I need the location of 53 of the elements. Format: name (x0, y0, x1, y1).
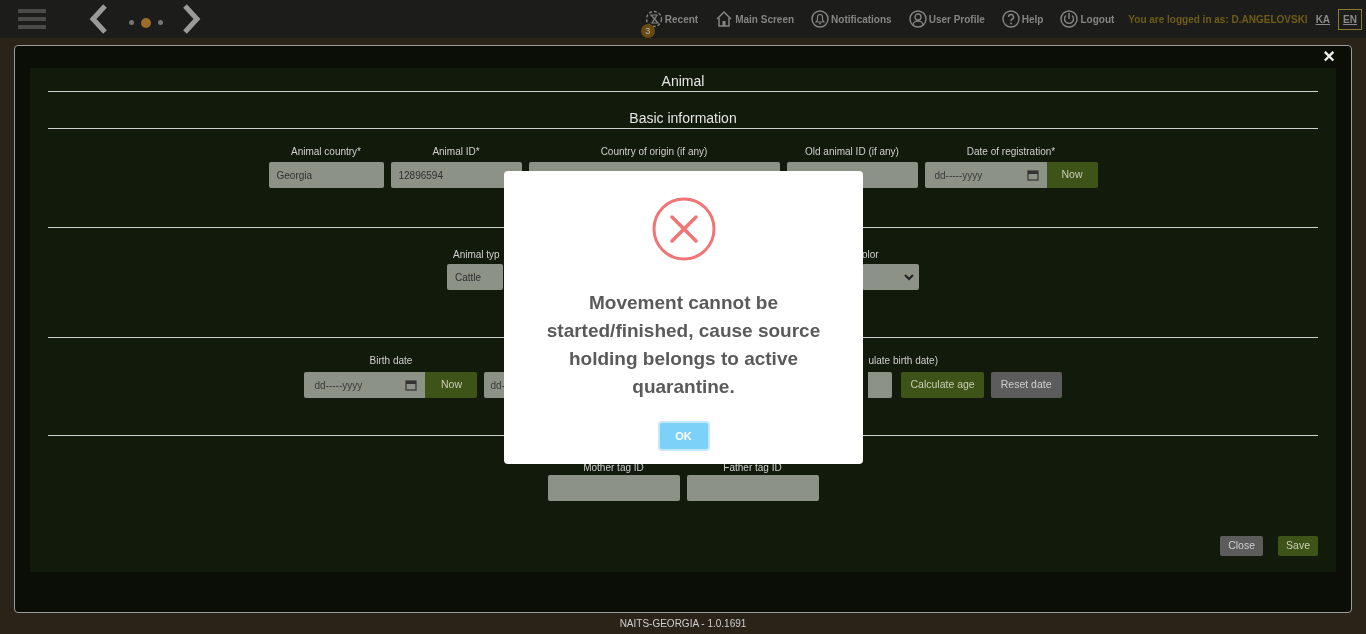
page-dot[interactable] (141, 17, 151, 28)
field-label: olor (862, 250, 880, 260)
forward-icon[interactable] (181, 4, 201, 34)
field-label: ulate birth date) (868, 356, 939, 366)
notification-badge: 3 (640, 24, 655, 38)
login-text: You are logged in as: D.ANGELOVSKI (1128, 12, 1308, 27)
field-label: Birth date (368, 356, 414, 366)
back-icon[interactable] (89, 4, 109, 34)
date-field[interactable]: dd-----yyyy (304, 372, 426, 398)
page-dot[interactable] (158, 20, 163, 25)
close-button[interactable]: Close (1220, 536, 1264, 556)
now-button[interactable]: Now (1046, 162, 1098, 188)
power-icon (1060, 10, 1079, 28)
field-label: Country of origin (if any) (599, 147, 709, 157)
reset-button[interactable]: Reset date (990, 372, 1062, 398)
field-label: Animal ID* (431, 147, 481, 157)
date-field[interactable]: dd-----yyyy (924, 162, 1047, 188)
select-field[interactable]: Cattle (447, 264, 503, 290)
select-field[interactable] (862, 264, 919, 290)
input-field[interactable]: 12896594 (390, 162, 522, 188)
section-title: Basic information (628, 109, 738, 128)
now-button[interactable]: Now (425, 372, 478, 398)
user-icon (908, 10, 927, 28)
page-dot[interactable] (129, 20, 134, 25)
input-field[interactable] (547, 475, 680, 501)
nav-link[interactable]: Logout (1060, 10, 1115, 28)
alert-message: Movement cannot be started/finished, cause source holding belongs to active quarantine. (545, 291, 822, 399)
help-icon (1001, 10, 1020, 28)
field-label: Old animal ID (if any) (804, 147, 900, 157)
input-field[interactable] (686, 475, 819, 501)
modal-title: Animal (660, 72, 706, 91)
input-field[interactable] (868, 372, 893, 398)
caret-icon (904, 273, 914, 281)
nav-link[interactable]: User Profile (908, 10, 985, 28)
calculate-button[interactable]: Calculate age (901, 372, 984, 398)
bell-icon (811, 10, 830, 28)
field-label: Animal country* (290, 147, 362, 157)
calendar-icon[interactable] (405, 379, 418, 391)
select-field[interactable]: Georgia (268, 162, 384, 188)
language-link[interactable]: KA (1310, 8, 1336, 30)
home-icon (715, 10, 734, 28)
version-text: NAITS-GEORGIA - 1.0.1691 (618, 617, 748, 631)
language-link[interactable]: EN (1338, 8, 1362, 30)
nav-link[interactable]: Help (1001, 10, 1044, 28)
nav-link[interactable]: Main Screen (715, 10, 795, 28)
nav-link[interactable]: Notifications (811, 10, 892, 28)
field-label: Date of registration* (965, 147, 1057, 157)
error-icon (650, 196, 717, 262)
calendar-icon[interactable] (1026, 169, 1039, 181)
save-button[interactable]: Save (1278, 536, 1318, 556)
field-label: Animal typ (452, 250, 501, 260)
close-button[interactable]: × (1323, 46, 1335, 66)
hourglass-icon (644, 10, 663, 28)
